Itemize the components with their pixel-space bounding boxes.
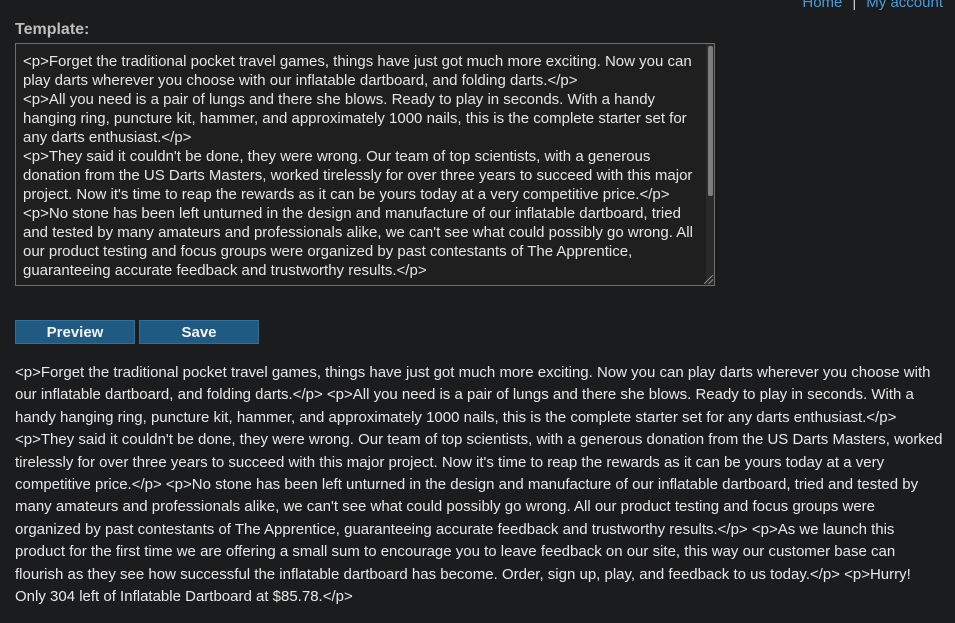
nav-separator: | [852, 0, 857, 11]
template-scrollbar[interactable] [706, 44, 714, 285]
save-button[interactable]: Save [139, 320, 259, 344]
template-label: Template: [15, 21, 90, 38]
preview-output: <p>Forget the traditional pocket travel … [15, 364, 943, 606]
template-line: <p>They said it couldn't be done, they w… [23, 148, 693, 203]
scrollbar-thumb[interactable] [708, 46, 713, 196]
template-editor[interactable]: <p>Forget the traditional pocket travel … [15, 43, 715, 286]
resize-handle-icon[interactable] [704, 275, 713, 284]
template-textarea[interactable]: <p>Forget the traditional pocket travel … [16, 44, 708, 285]
template-line: <p>All you need is a pair of lungs and t… [23, 91, 687, 146]
top-nav: Home | My account [802, 0, 943, 11]
preview-button[interactable]: Preview [15, 320, 135, 344]
my-account-link[interactable]: My account [866, 0, 943, 11]
template-line: <p>Forget the traditional pocket travel … [23, 53, 692, 89]
template-line: <p>No stone has been left unturned in th… [23, 205, 693, 279]
home-link[interactable]: Home [802, 0, 842, 11]
